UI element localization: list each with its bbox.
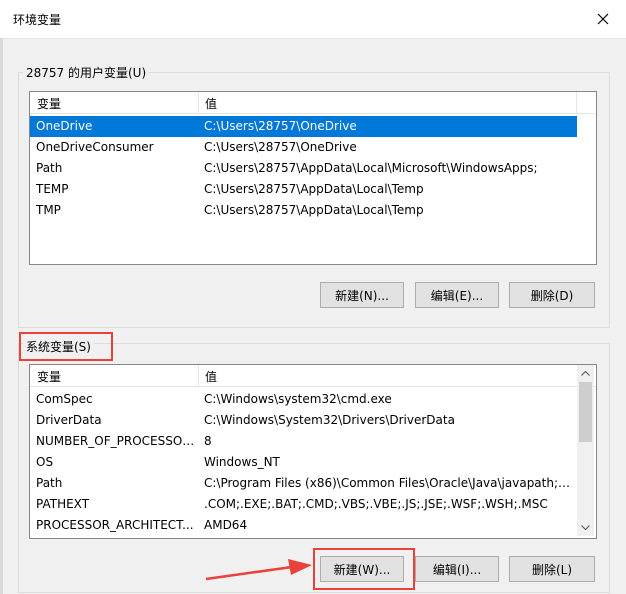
variable-name: TEMP <box>36 182 69 196</box>
table-row[interactable]: ComSpec C:\Windows\system32\cmd.exe <box>30 389 577 410</box>
list-header: 变量 值 <box>30 365 596 387</box>
column-header-variable[interactable]: 变量 <box>37 368 61 385</box>
table-row[interactable]: DriverData C:\Windows\System32\Drivers\D… <box>30 410 577 431</box>
variable-name: TMP <box>36 203 61 217</box>
background-window-edge <box>0 38 3 594</box>
column-header-variable[interactable]: 变量 <box>37 95 61 112</box>
window-title: 环境变量 <box>13 13 62 27</box>
variable-value: .COM;.EXE;.BAT;.CMD;.VBS;.VBE;.JS;.JSE;.… <box>204 497 548 511</box>
column-separator[interactable] <box>198 365 199 386</box>
variable-value: C:\Users\28757\AppData\Local\Temp <box>204 182 424 196</box>
table-row[interactable]: TEMP C:\Users\28757\AppData\Local\Temp <box>30 179 577 200</box>
system-edit-button[interactable]: 编辑(I)... <box>415 556 499 582</box>
system-variables-list[interactable]: 变量 值 ComSpec C:\Windows\system32\cmd.exe… <box>29 364 597 539</box>
variable-name: DriverData <box>36 413 102 427</box>
table-row[interactable]: PROCESSOR_ARCHITECT... AMD64 <box>30 515 577 536</box>
variable-value: C:\Users\28757\OneDrive <box>204 119 357 133</box>
scroll-down-button[interactable] <box>577 519 594 536</box>
user-variables-list[interactable]: 变量 值 OneDrive C:\Users\28757\OneDrive On… <box>29 91 597 265</box>
variable-name: Path <box>36 161 63 175</box>
table-row[interactable]: Path C:\Program Files (x86)\Common Files… <box>30 473 577 494</box>
column-header-value[interactable]: 值 <box>205 368 217 385</box>
annotation-highlight-new-button <box>313 548 415 590</box>
column-header-value[interactable]: 值 <box>205 95 217 112</box>
vertical-scrollbar[interactable] <box>577 365 594 536</box>
variable-name: ComSpec <box>36 392 93 406</box>
variable-value: C:\Users\28757\AppData\Local\Microsoft\W… <box>204 161 538 175</box>
variable-name: OneDriveConsumer <box>36 140 154 154</box>
column-separator[interactable] <box>576 92 577 113</box>
table-row[interactable]: PATHEXT .COM;.EXE;.BAT;.CMD;.VBS;.VBE;.J… <box>30 494 577 515</box>
variable-name: NUMBER_OF_PROCESSORS <box>36 434 198 448</box>
variable-value: AMD64 <box>204 518 248 532</box>
variable-name: PATHEXT <box>36 497 90 511</box>
scroll-down-arrow-icon <box>581 525 590 530</box>
scrollbar-thumb[interactable] <box>579 382 592 442</box>
red-arrow-icon <box>205 559 312 581</box>
variable-name: OS <box>36 455 54 469</box>
variable-value: Windows_NT <box>204 455 280 469</box>
close-button[interactable] <box>580 0 626 38</box>
variable-name: Path <box>36 476 63 490</box>
column-separator[interactable] <box>198 92 199 113</box>
variable-name: PROCESSOR_ARCHITECT... <box>36 518 194 532</box>
scroll-up-button[interactable] <box>577 365 594 382</box>
scroll-up-arrow-icon <box>581 371 590 376</box>
table-row[interactable]: OS Windows_NT <box>30 452 577 473</box>
table-row[interactable]: OneDriveConsumer C:\Users\28757\OneDrive <box>30 137 577 158</box>
user-delete-button[interactable]: 删除(D) <box>509 282 595 308</box>
variable-value: C:\Windows\System32\Drivers\DriverData <box>204 413 455 427</box>
title-bar: 环境变量 <box>0 0 626 39</box>
variable-value: C:\Windows\system32\cmd.exe <box>204 392 392 406</box>
variable-value: C:\Users\28757\OneDrive <box>204 140 357 154</box>
table-row[interactable]: Path C:\Users\28757\AppData\Local\Micros… <box>30 158 577 179</box>
user-edit-button[interactable]: 编辑(E)... <box>415 282 499 308</box>
annotation-highlight-system-label <box>19 332 113 361</box>
table-row[interactable]: OneDrive C:\Users\28757\OneDrive <box>30 116 577 137</box>
close-icon <box>597 13 609 25</box>
user-new-button[interactable]: 新建(N)... <box>320 282 404 308</box>
table-row[interactable]: NUMBER_OF_PROCESSORS 8 <box>30 431 577 452</box>
list-header: 变量 值 <box>30 92 596 114</box>
variable-value: C:\Users\28757\AppData\Local\Temp <box>204 203 424 217</box>
system-delete-button[interactable]: 删除(L) <box>509 556 595 582</box>
table-row[interactable]: TMP C:\Users\28757\AppData\Local\Temp <box>30 200 577 221</box>
variable-value: C:\Program Files (x86)\Common Files\Orac… <box>204 476 576 490</box>
variable-value: 8 <box>204 434 212 448</box>
user-variables-label: 28757 的用户变量(U) <box>23 64 150 81</box>
variable-name: OneDrive <box>36 119 93 133</box>
